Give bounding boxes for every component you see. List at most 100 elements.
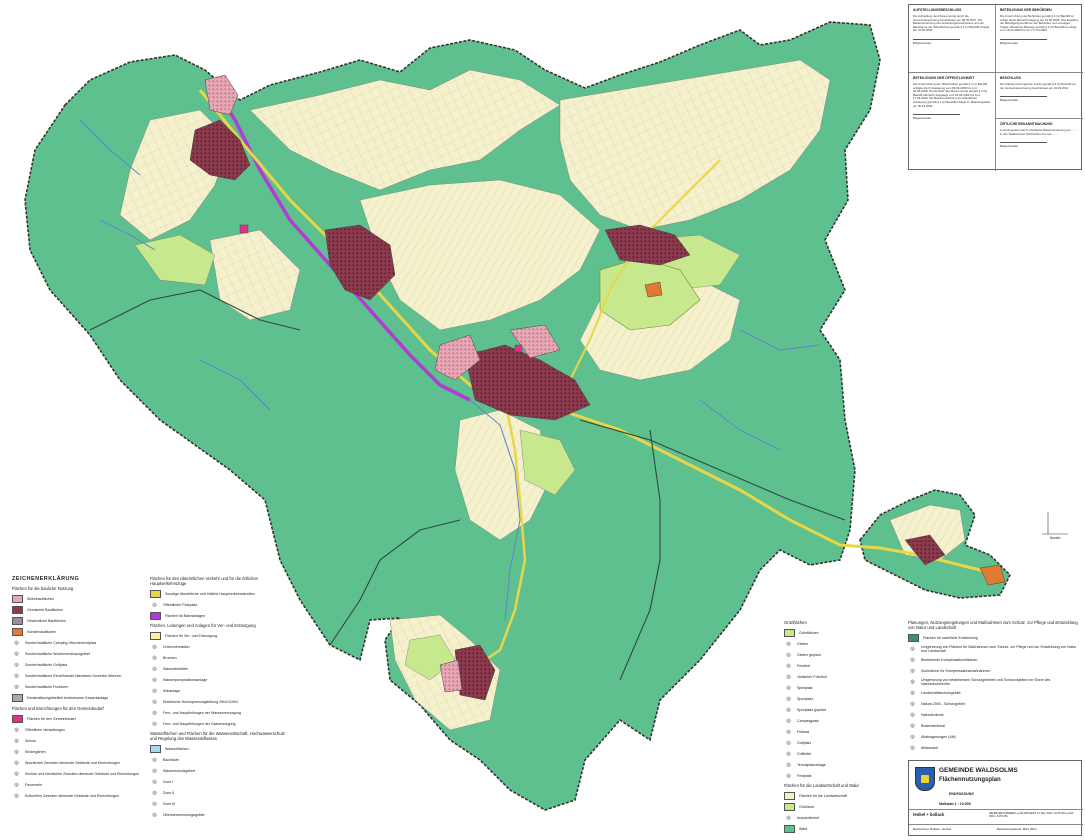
legend-symbol-icon: ◎ [14, 672, 19, 679]
legend-item: ◎ Altablagerungen (Altl) [908, 731, 1080, 742]
legend-list: Flächen für natürliche Entwicklung ◎ Umgre… [908, 632, 1080, 753]
legend-symbol-icon: ◎ [14, 759, 19, 766]
legend-item: Grünland [784, 801, 884, 812]
legend-symbol-icon: ◎ [14, 748, 19, 755]
legend-symbol-icon: ◎ [152, 698, 157, 705]
legend-item: Flächen für Ver- und Entsorgung [150, 630, 290, 641]
legend-label: Friedhof [797, 663, 811, 668]
legend-item: ◎ Brunnen [150, 652, 290, 663]
legend-item: Wald [784, 823, 884, 834]
legend-item: Gewerbliche Bauflächen [12, 615, 140, 626]
legend-item: ◎ Schule [12, 735, 140, 746]
legend-label: Natura 2000 - Schutzgebiet [921, 701, 965, 706]
procedure-text: Die Aufstellung des Planes wurde durch d… [913, 14, 990, 33]
legend-item: ◎ Friedhof [784, 660, 884, 671]
legend-label: Sonderbaufläche Golfplatz [25, 662, 68, 667]
legend-swatch [784, 802, 795, 811]
legend-symbol-icon: ◎ [152, 643, 157, 650]
legend-symbol-icon: ◎ [786, 814, 791, 821]
legend-label: Grünland [799, 804, 814, 809]
legend-label: Schule [25, 738, 36, 743]
legend-symbol-icon: ◎ [786, 673, 791, 680]
legend-label: Flächen für Ver- und Entsorgung [165, 633, 217, 638]
plan-name: Flächennutzungsplan [939, 777, 1001, 783]
legend-label: Bestehende Kompensationsflächen [921, 657, 978, 662]
legend-swatch [784, 628, 795, 637]
procedure-title: BETEILIGUNG DER ÖFFENTLICHKEIT [913, 76, 975, 80]
legend-section-title: Flächen, Leitungen und Anlagen für Ver- … [150, 623, 256, 628]
legend-symbol-icon: ◎ [786, 684, 791, 691]
legend-item: ◎ Fern- und Hauptleitungen der Wasservers… [150, 707, 290, 718]
legend-label: Kindergärten [25, 749, 46, 754]
legend-symbol-icon: ◎ [152, 800, 157, 807]
legend-label: Denkmalfachgebietlich bedeutsame Gesamta… [27, 695, 109, 700]
community-facility [514, 344, 523, 353]
signature-label: Bürgermeister [913, 114, 960, 120]
legend-section-title: Grünflächen [784, 620, 807, 625]
legend-left: ZEICHENERKLÄRUNG Flächen für die baulich… [12, 576, 140, 801]
legend-swatch [12, 616, 23, 625]
legend-swatch [150, 631, 161, 640]
legend-symbol-icon: ◎ [152, 687, 157, 694]
procedure-title: BETEILIGUNG DER BEHÖRDEN [1000, 8, 1052, 12]
legend-item: ◎ Suchräume für Kompensationsmaßnahmen [908, 665, 1080, 676]
signature-label: Bürgermeister [1000, 142, 1048, 148]
legend-item: ◎ Umgrenzung von bestehenden Schutzgebiet… [908, 676, 1080, 687]
legend-symbol-icon: ◎ [786, 739, 791, 746]
legend-item: ◎ Sportplatz geplant [784, 704, 884, 715]
legend-symbol-icon: ◎ [786, 640, 791, 647]
legend-section-title: Wasserflächen und Flächen für die Wasser… [150, 731, 285, 741]
legend-label: Altablagerungen (Altl) [921, 734, 956, 739]
legend-item: ◎ Fern- und Hauptleitungen der Gasversorg… [150, 718, 290, 729]
legend-label: Brunnen [163, 655, 177, 660]
legend-label: Naturdenkmal [921, 712, 944, 717]
legend-label: Umformerstation [163, 644, 190, 649]
legend-section-title: Planungen, Nutzungsregelungen und Maßnah… [908, 620, 1078, 630]
legend-item: ◎ Spielplatz [784, 682, 884, 693]
legend-symbol-icon: ◎ [152, 756, 157, 763]
plan-phase: ENDFASSUNG [949, 792, 974, 796]
legend-item: ◎ Sonderbaufläche Einzelhandel-Handwerk-G… [12, 670, 140, 681]
legend-symbol-icon: ◎ [14, 737, 19, 744]
legend-item: ◎ Sonderbaufläche Golfplatz [12, 659, 140, 670]
legend-list: Wasserflächen ◎ Bachläufe ◎ Wasserschutzgebi… [150, 743, 290, 820]
legend-swatch [12, 693, 23, 702]
legend-label: Flächen für den Gemeinbedarf [27, 716, 76, 721]
legend-middle: Flächen für den überörtlichen Verkehr un… [150, 576, 290, 820]
legend-item: ◎ Gärten [784, 638, 884, 649]
legend-item: ◎ Sportplatz [784, 693, 884, 704]
legend-label: Wasserflächen [165, 746, 189, 751]
procedure-title: ÖRTLICHE BEKANNTMACHUNG [1000, 122, 1053, 126]
legend-swatch [784, 791, 795, 800]
legend-label: Sonderbaufläche Funkturm [25, 684, 69, 689]
legend-item: Flächen für Bahnanlagen [150, 610, 290, 621]
community-facility [239, 224, 249, 234]
legend-label: Fern- und Hauptleitungen der Gasversorgu… [163, 721, 236, 726]
legend-item: Wasserflächen [150, 743, 290, 754]
legend-label: Zone I [163, 779, 174, 784]
legend-item: ◎ Freibad [784, 726, 884, 737]
legend-label: Sonderbauflächen [27, 629, 57, 634]
legend-label: Flächen für natürliche Entwicklung [923, 635, 978, 640]
legend-list: Grünflächen ◎ Gärten ◎ Gärten geplant ◎ Friedh… [784, 627, 884, 781]
legend-swatch [150, 611, 161, 620]
legend-item: ◎ Sonderbaufläche Funkturm [12, 681, 140, 692]
signature-label: Bürgermeister [1000, 38, 1048, 45]
legend-label: Campingplatz [797, 718, 819, 723]
municipality-name: GEMEINDE WALDSOLMS [939, 767, 1018, 774]
legend-symbol-icon: ◎ [786, 728, 791, 735]
legend-swatch [12, 714, 23, 723]
legend-label: Gärten [797, 641, 808, 646]
legend-label: Kläranlage [163, 688, 181, 693]
legend-symbol-icon: ◎ [14, 726, 19, 733]
legend-symbol-icon: ◎ [152, 601, 157, 608]
legend-symbol-icon: ◎ [786, 651, 791, 658]
legend-item: Flächen für die Landwirtschaft [784, 790, 884, 801]
legend-label: Grünflächen [799, 630, 819, 635]
legend-section-title: Flächen für die Landwirtschaft und Wald [784, 783, 859, 788]
legend-item: ◎ Bodendenkmal [908, 720, 1080, 731]
legend-section-title: Flächen und Einrichtungen für den Gemein… [12, 706, 104, 711]
legend-symbol-icon: ◎ [152, 665, 157, 672]
legend-item: Sonderbauflächen [12, 626, 140, 637]
legend-label: Spielplatz [797, 685, 813, 690]
